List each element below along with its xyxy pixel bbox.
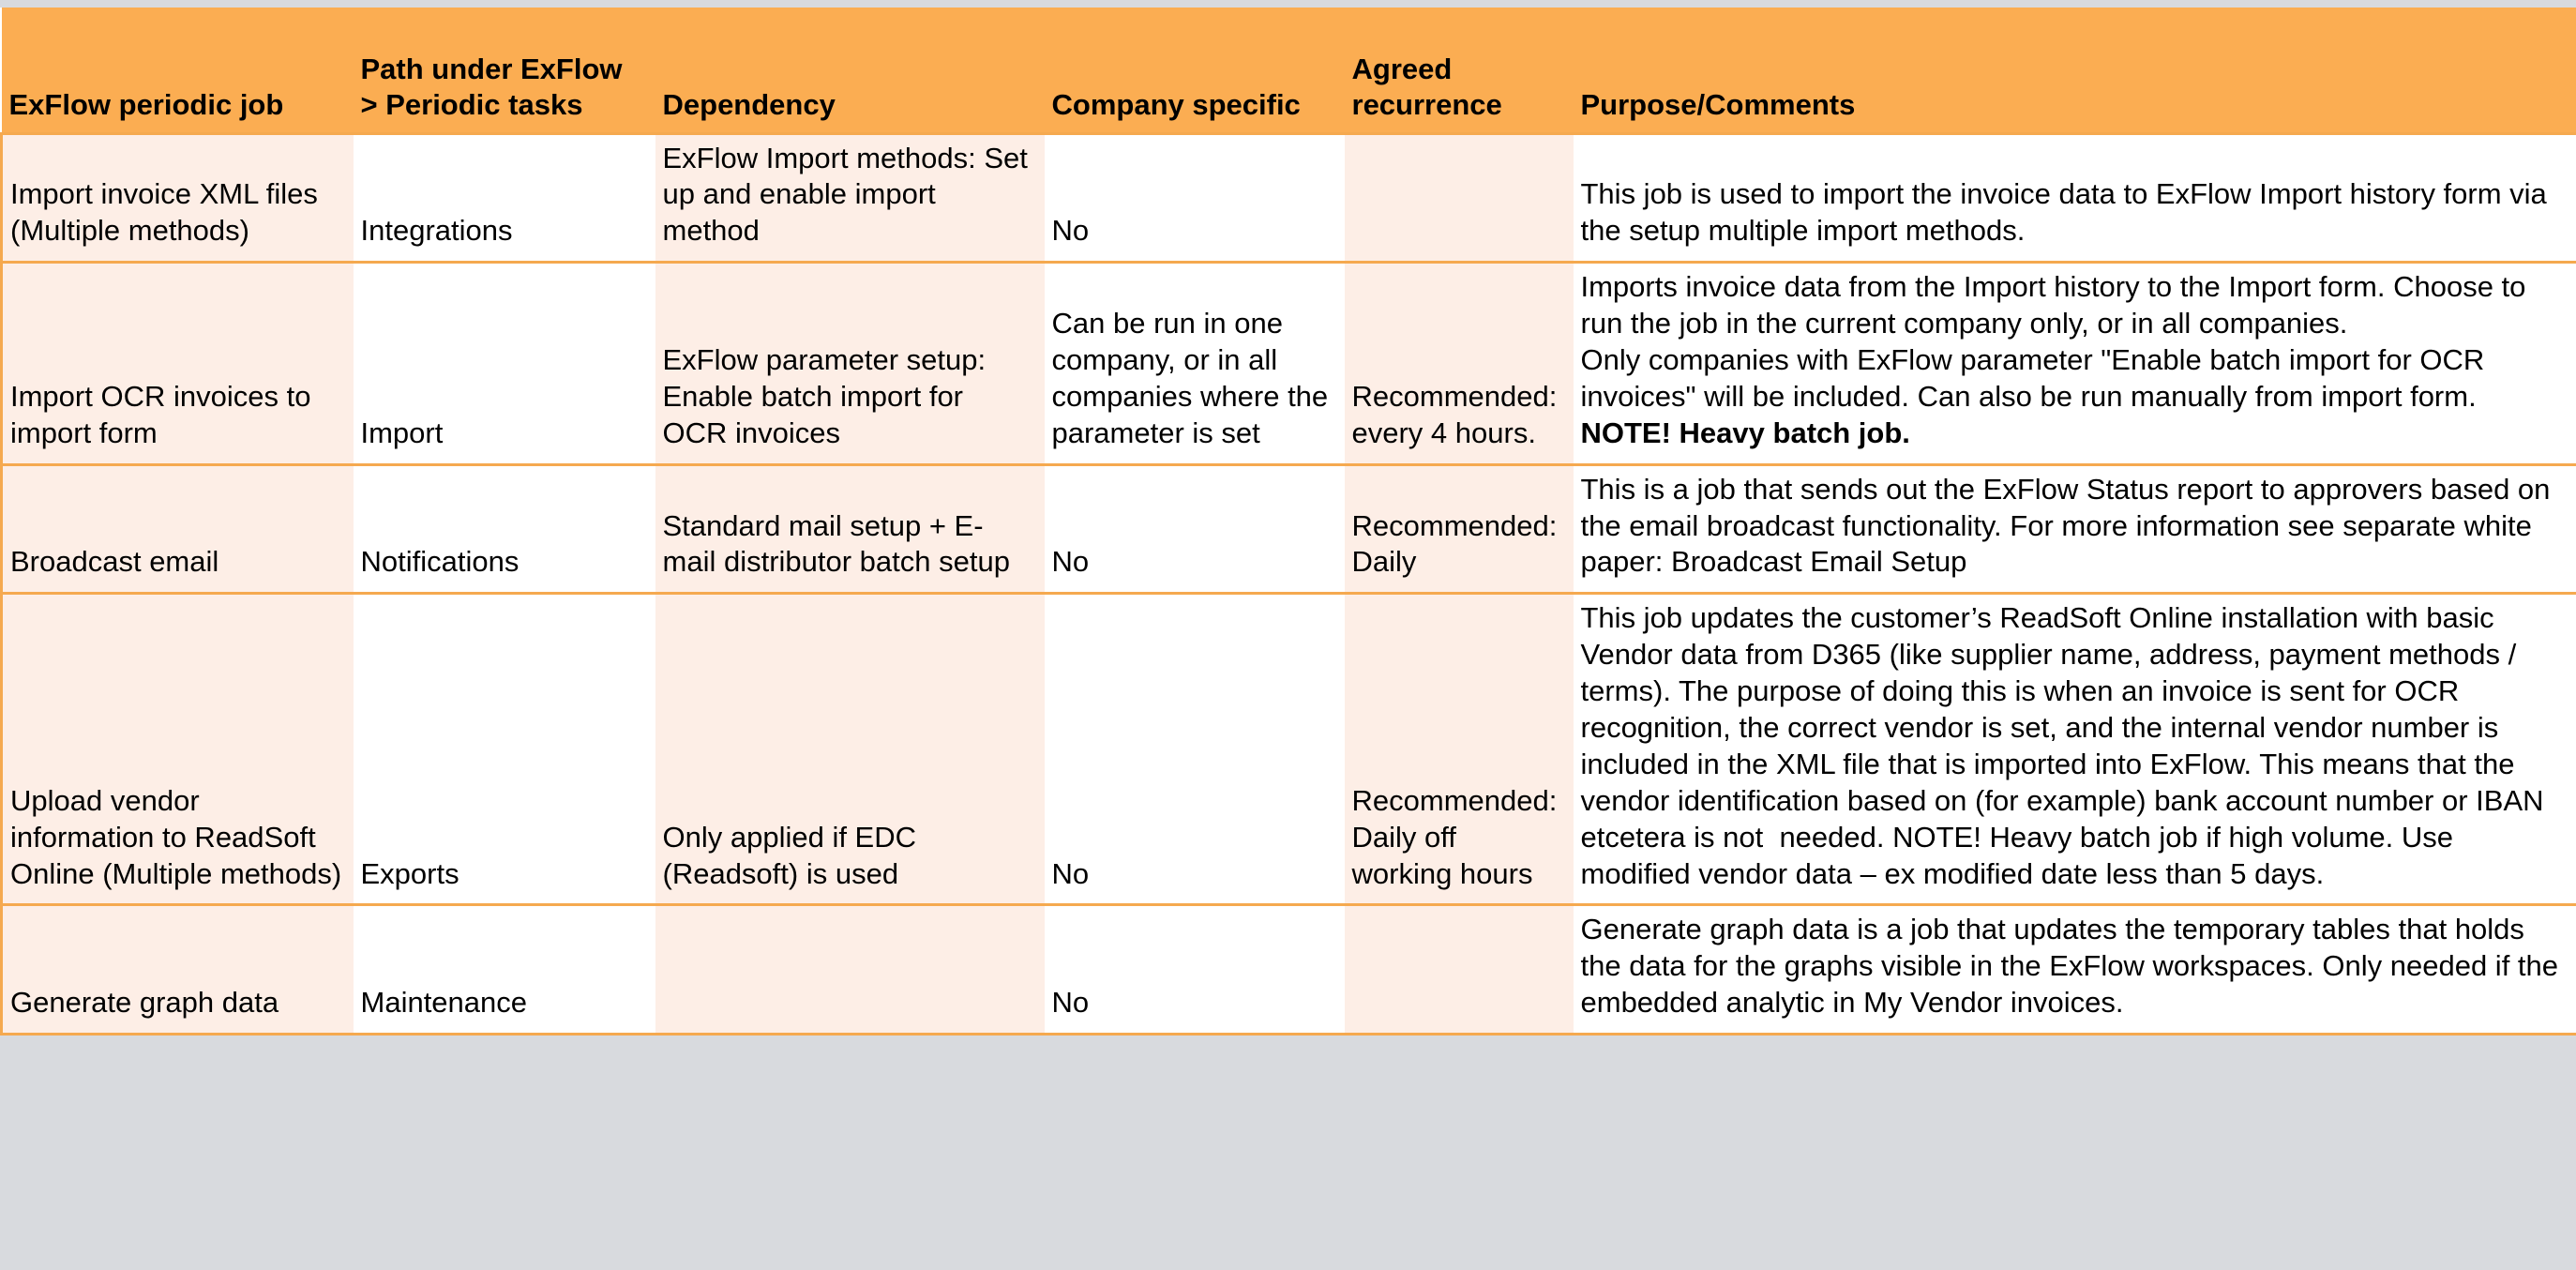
- cell-purpose: This job is used to import the invoice d…: [1573, 131, 2576, 263]
- cell-company-specific: Can be run in one company, or in all com…: [1044, 261, 1345, 465]
- cell-text-company-specific: No: [1051, 214, 1090, 248]
- cell-text-purpose: Imports invoice data from the Import his…: [1580, 270, 2526, 449]
- cell-purpose: Imports invoice data from the Import his…: [1573, 261, 2576, 465]
- table-body: Import invoice XML files (Multiple metho…: [0, 131, 2576, 1036]
- table-row: Import OCR invoices to import form Import…: [0, 261, 2576, 465]
- cell-path: Exports: [353, 592, 655, 905]
- column-header-agreed-recurrence: Agreed recurrence: [1351, 52, 1502, 121]
- cell-dependency: [655, 903, 1045, 1036]
- cell-agreed-recurrence: [1344, 903, 1574, 1036]
- column-header-dependency: Dependency: [662, 87, 836, 121]
- table-header: ExFlow periodic job Path under ExFlow > …: [1, 8, 2576, 133]
- cell-text-path: Maintenance: [360, 986, 528, 1020]
- cell-agreed-recurrence: [1344, 131, 1574, 263]
- cell-text-job: Import invoice XML files (Multiple metho…: [10, 177, 326, 248]
- cell-company-specific: No: [1044, 592, 1345, 905]
- cell-text-dependency: ExFlow parameter setup: Enable batch imp…: [662, 342, 994, 449]
- cell-dependency: Only applied if EDC (Readsoft) is used: [655, 592, 1045, 905]
- column-header-company-specific: Company specific: [1051, 87, 1301, 121]
- cell-text-purpose: Generate graph data is a job that update…: [1580, 913, 2567, 1020]
- cell-text-path: Integrations: [360, 214, 513, 248]
- cell-text-purpose: This job is used to import the invoice d…: [1580, 177, 2555, 248]
- cell-text-dependency: Only applied if EDC (Readsoft) is used: [662, 820, 925, 890]
- cell-text-agreed-recurrence: Recommended: every 4 hours.: [1351, 379, 1565, 449]
- cell-text-company-specific: Can be run in one company, or in all com…: [1051, 307, 1336, 449]
- cell-path: Notifications: [353, 462, 655, 594]
- column-header-path: Path under ExFlow > Periodic tasks: [360, 52, 623, 121]
- cell-text-company-specific: No: [1051, 986, 1090, 1020]
- cell-text-job: Generate graph data: [10, 986, 279, 1020]
- column-header-purpose-comments: Purpose/Comments: [1580, 87, 1856, 121]
- cell-job: Generate graph data: [0, 903, 354, 1036]
- cell-dependency: ExFlow Import methods: Set up and enable…: [655, 131, 1045, 263]
- cell-path: Maintenance: [353, 903, 655, 1036]
- cell-purpose: This is a job that sends out the ExFlow …: [1573, 462, 2576, 594]
- cell-text-company-specific: No: [1051, 545, 1090, 579]
- exflow-periodic-jobs-table: ExFlow periodic job Path under ExFlow > …: [0, 8, 2576, 1036]
- cell-purpose: Generate graph data is a job that update…: [1573, 903, 2576, 1036]
- cell-text-path: Exports: [360, 856, 459, 890]
- cell-text-agreed-recurrence: Recommended: Daily: [1351, 508, 1565, 579]
- cell-text-dependency: Standard mail setup + E-mail distributor…: [662, 508, 1010, 579]
- cell-agreed-recurrence: Recommended: every 4 hours.: [1344, 261, 1574, 465]
- cell-dependency: ExFlow parameter setup: Enable batch imp…: [655, 261, 1045, 465]
- cell-text-job: Broadcast email: [10, 545, 219, 579]
- cell-path: Import: [353, 261, 655, 465]
- cell-text-dependency: ExFlow Import methods: Set up and enable…: [662, 141, 1036, 248]
- table-row: Upload vendor information to ReadSoft On…: [0, 592, 2576, 905]
- column-header-job: ExFlow periodic job: [8, 87, 284, 121]
- table-row: Generate graph data Maintenance No Generate…: [0, 903, 2576, 1036]
- cell-text-purpose: This job updates the customer’s ReadSoft…: [1580, 601, 2553, 890]
- cell-path: Integrations: [353, 131, 655, 263]
- cell-text-company-specific: No: [1051, 856, 1090, 890]
- cell-job: Broadcast email: [0, 462, 354, 594]
- table-row: Import invoice XML files (Multiple metho…: [0, 131, 2576, 263]
- cell-company-specific: No: [1044, 131, 1345, 263]
- header-row: ExFlow periodic job Path under ExFlow > …: [1, 8, 2576, 133]
- cell-text-job: Upload vendor information to ReadSoft On…: [10, 783, 342, 890]
- cell-company-specific: No: [1044, 462, 1345, 594]
- cell-company-specific: No: [1044, 903, 1345, 1036]
- cell-text-path: Import: [360, 416, 444, 449]
- cell-agreed-recurrence: Recommended: Daily off working hours: [1344, 592, 1574, 905]
- cell-job: Upload vendor information to ReadSoft On…: [0, 592, 354, 905]
- cell-text-purpose: This is a job that sends out the ExFlow …: [1580, 472, 2559, 579]
- cell-job: Import OCR invoices to import form: [0, 261, 354, 465]
- table-container: ExFlow periodic job Path under ExFlow > …: [0, 0, 2576, 1270]
- cell-text-purpose-emphasis: NOTE! Heavy batch job.: [1580, 416, 1910, 449]
- table-row: Broadcast email Notifications Standard mai…: [0, 462, 2576, 594]
- cell-dependency: Standard mail setup + E-mail distributor…: [655, 462, 1045, 594]
- cell-text-agreed-recurrence: Recommended: Daily off working hours: [1351, 783, 1565, 890]
- cell-agreed-recurrence: Recommended: Daily: [1344, 462, 1574, 594]
- cell-job: Import invoice XML files (Multiple metho…: [0, 131, 354, 263]
- cell-purpose: This job updates the customer’s ReadSoft…: [1573, 592, 2576, 905]
- cell-text-path: Notifications: [360, 545, 520, 579]
- cell-text-job: Import OCR invoices to import form: [10, 379, 320, 449]
